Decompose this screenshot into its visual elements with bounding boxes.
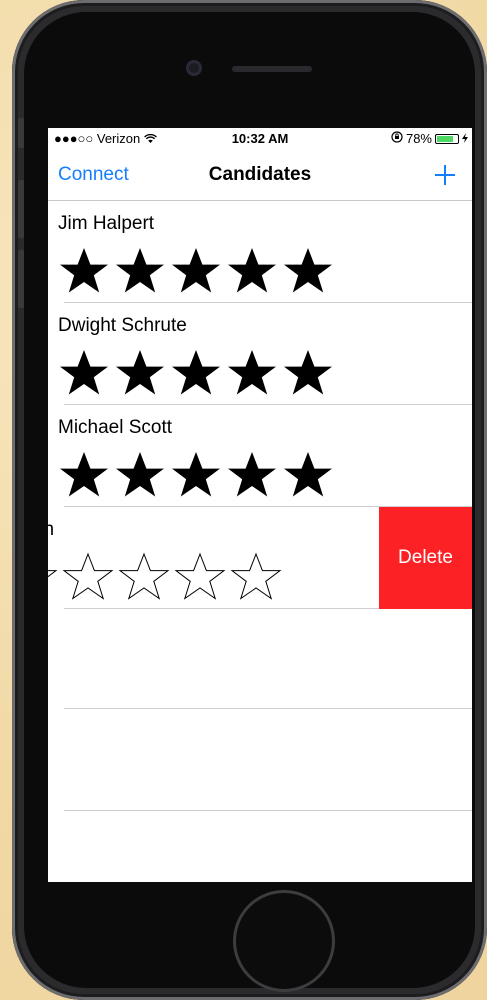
star-filled-icon[interactable] — [58, 449, 110, 501]
star-empty-icon[interactable] — [48, 551, 58, 603]
star-filled-icon[interactable] — [226, 347, 278, 399]
star-rating[interactable] — [58, 347, 334, 399]
star-filled-icon[interactable] — [282, 245, 334, 297]
star-empty-icon[interactable] — [230, 551, 282, 603]
candidate-row[interactable]: derson Delete — [48, 507, 472, 609]
star-filled-icon[interactable] — [58, 347, 110, 399]
star-empty-icon[interactable] — [118, 551, 170, 603]
star-rating[interactable] — [58, 449, 334, 501]
candidate-name: Dwight Schrute — [58, 315, 187, 336]
star-rating[interactable] — [48, 551, 282, 603]
status-bar: ●●●○○ Verizon 10:32 AM 78% — [48, 128, 472, 148]
star-filled-icon[interactable] — [226, 245, 278, 297]
star-filled-icon[interactable] — [170, 449, 222, 501]
star-filled-icon[interactable] — [170, 245, 222, 297]
star-rating[interactable] — [58, 245, 334, 297]
star-filled-icon[interactable] — [226, 449, 278, 501]
candidate-row[interactable]: Jim Halpert — [48, 201, 472, 303]
candidate-name: Jim Halpert — [58, 213, 155, 234]
star-filled-icon[interactable] — [282, 347, 334, 399]
star-filled-icon[interactable] — [58, 245, 110, 297]
empty-row — [48, 607, 472, 709]
row-separator — [64, 810, 472, 811]
screen: ●●●○○ Verizon 10:32 AM 78% Connect Candi… — [48, 128, 472, 882]
battery-icon — [435, 133, 459, 144]
star-filled-icon[interactable] — [114, 245, 166, 297]
star-filled-icon[interactable] — [114, 449, 166, 501]
status-right: 78% — [391, 131, 468, 146]
navigation-bar: Connect Candidates — [48, 148, 472, 201]
star-empty-icon[interactable] — [174, 551, 226, 603]
empty-row — [48, 709, 472, 811]
battery-percent: 78% — [405, 131, 432, 146]
camera-icon — [186, 60, 202, 76]
candidate-name: Michael Scott — [58, 417, 173, 438]
charging-icon — [462, 131, 468, 146]
candidate-row[interactable]: Dwight Schrute — [48, 303, 472, 405]
row-content: Dwight Schrute — [48, 303, 472, 405]
star-filled-icon[interactable] — [114, 347, 166, 399]
row-content: Michael Scott — [48, 405, 472, 507]
star-filled-icon[interactable] — [170, 347, 222, 399]
page-title: Candidates — [208, 164, 312, 185]
speaker-grille — [232, 66, 312, 72]
row-content: Jim Halpert — [48, 201, 472, 303]
row-content: derson — [48, 507, 420, 609]
home-button[interactable] — [233, 890, 335, 992]
plus-icon[interactable] — [434, 156, 456, 191]
delete-button[interactable]: Delete — [379, 507, 472, 609]
candidate-name: derson — [48, 519, 55, 540]
star-filled-icon[interactable] — [282, 449, 334, 501]
star-empty-icon[interactable] — [62, 551, 114, 603]
candidate-row[interactable]: Michael Scott — [48, 405, 472, 507]
battery-fill — [437, 135, 453, 142]
orientation-lock-icon — [391, 131, 403, 146]
